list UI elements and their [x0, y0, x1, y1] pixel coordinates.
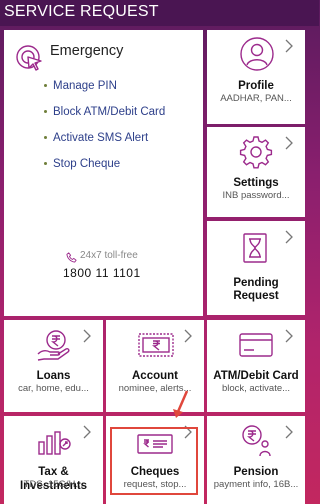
hourglass-document-icon [240, 231, 270, 265]
emergency-title: Emergency [50, 43, 124, 59]
loans-tile[interactable]: Loans car, home, edu... [4, 320, 103, 412]
page-title: SERVICE REQUEST [4, 3, 159, 20]
chevron-right-icon [284, 136, 294, 150]
chevron-right-icon [82, 329, 92, 343]
bullet-icon [44, 162, 47, 165]
pension-label: Pension [233, 466, 279, 478]
pension-sub: payment info, 16B... [213, 479, 299, 490]
gear-icon [239, 135, 273, 169]
settings-label: Settings [233, 177, 279, 189]
header-bar: SERVICE REQUEST [0, 0, 319, 26]
bullet-icon [44, 110, 47, 113]
chevron-right-icon [183, 329, 193, 343]
profile-sub: AADHAR, PAN... [220, 93, 292, 104]
cheques-highlight-box [110, 427, 198, 495]
arrow-annotation-icon [172, 390, 190, 425]
chevron-right-icon [284, 39, 294, 53]
bullet-icon [44, 84, 47, 87]
card-icon [238, 332, 274, 358]
loans-sub: car, home, edu... [18, 383, 89, 394]
chevron-right-icon [82, 425, 92, 439]
manage-pin-link[interactable]: Manage PIN [44, 78, 165, 104]
pending-label-line1: Pending [233, 277, 279, 289]
chevron-right-icon [284, 230, 294, 244]
stop-cheque-link[interactable]: Stop Cheque [44, 156, 165, 182]
rupee-person-icon [238, 424, 274, 458]
cursor-click-icon [14, 43, 44, 73]
bar-chart-icon [36, 426, 72, 456]
block-card-link[interactable]: Block ATM/Debit Card [44, 104, 165, 130]
tollfree-label: 24x7 toll-free [80, 250, 138, 261]
profile-label: Profile [238, 80, 274, 92]
chevron-right-icon [284, 329, 294, 343]
pending-label-line2: Request [233, 290, 279, 302]
tax-investments-tile[interactable]: Tax & Investments TDS, 15G/H... [4, 416, 103, 504]
settings-sub: INB password... [222, 190, 290, 201]
profile-tile[interactable]: Profile AADHAR, PAN... [207, 30, 305, 124]
atm-label: ATM/Debit Card [213, 370, 299, 382]
settings-tile[interactable]: Settings INB password... [207, 127, 305, 217]
chevron-right-icon [284, 425, 294, 439]
user-icon [239, 36, 275, 72]
pension-tile[interactable]: Pension payment info, 16B... [207, 416, 305, 504]
account-label: Account [132, 370, 178, 382]
rupee-note-icon [136, 330, 176, 360]
activate-sms-link[interactable]: Activate SMS Alert [44, 130, 165, 156]
atm-sub: block, activate... [221, 383, 291, 394]
loans-label: Loans [36, 370, 71, 382]
tollfree-number[interactable]: 1800 11 1101 [63, 266, 141, 280]
emergency-list: Manage PIN Block ATM/Debit Card Activate… [44, 78, 165, 182]
pending-request-tile[interactable]: Pending Request [207, 221, 305, 315]
bullet-icon [44, 136, 47, 139]
rupee-hand-icon [36, 328, 72, 362]
tax-sub: TDS, 15G/H... [23, 479, 84, 490]
atm-debit-card-tile[interactable]: ATM/Debit Card block, activate... [207, 320, 305, 412]
